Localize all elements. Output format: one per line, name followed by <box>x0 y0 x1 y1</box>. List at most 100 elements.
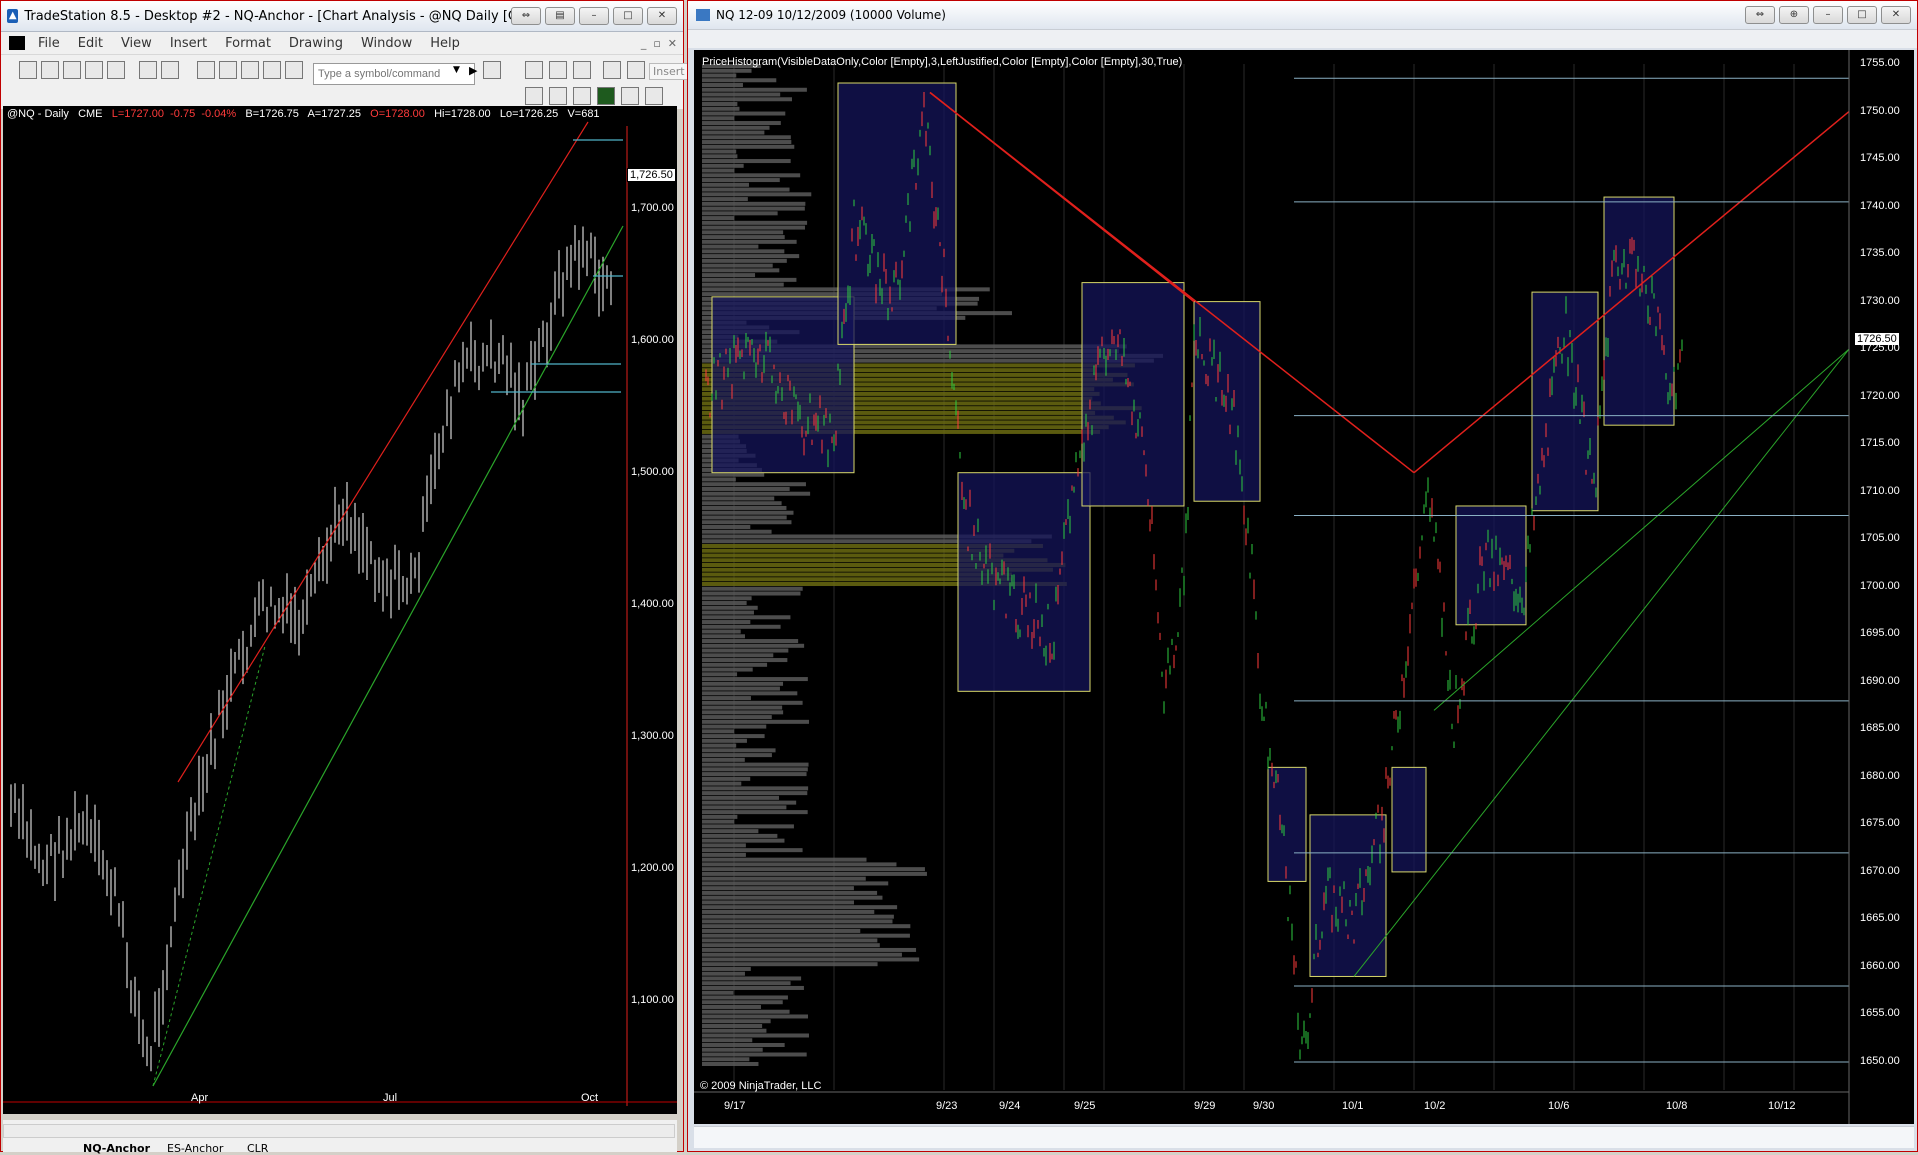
nt-volume-histogram-bar <box>702 962 878 967</box>
minimize-button[interactable]: – <box>579 7 609 25</box>
wave-icon[interactable] <box>603 61 621 79</box>
grid-icon[interactable] <box>219 61 237 79</box>
find-icon[interactable] <box>483 61 501 79</box>
ts-ytick: 1,600.00 <box>631 334 674 346</box>
line-chart-icon[interactable] <box>549 87 567 105</box>
tab-clr[interactable]: CLR <box>247 1142 268 1155</box>
nt-volume-histogram-bar <box>702 795 780 800</box>
data-icon[interactable] <box>549 61 567 79</box>
open-icon[interactable] <box>41 61 59 79</box>
tile-icon[interactable]: ▤ <box>545 7 575 25</box>
pin-icon[interactable]: ⊕ <box>1779 6 1809 24</box>
menu-drawing[interactable]: Drawing <box>280 36 352 51</box>
go-icon[interactable]: ▶ <box>469 64 477 77</box>
nt-volume-histogram-bar <box>702 1023 763 1028</box>
save-icon[interactable] <box>63 61 81 79</box>
nt-titlebar[interactable]: NQ 12-09 10/12/2009 (10000 Volume) ⇔ ⊕ –… <box>688 1 1917 29</box>
symbol-input[interactable] <box>313 63 475 85</box>
menu-format[interactable]: Format <box>216 36 280 51</box>
folder-icon[interactable] <box>107 61 125 79</box>
nt-volume-histogram-bar <box>702 748 776 753</box>
nt-volume-histogram-bar <box>702 605 758 610</box>
arrow-icon[interactable] <box>627 61 645 79</box>
nt-volume-histogram-bar <box>702 529 772 534</box>
ts-ytick: 1,500.00 <box>631 466 674 478</box>
nt-volume-histogram-bar <box>702 819 735 824</box>
candle-icon[interactable] <box>573 87 591 105</box>
nt-volume-histogram-bar <box>702 658 788 663</box>
print-preview-icon[interactable] <box>161 61 179 79</box>
nt-ytick: 1715.00 <box>1860 437 1900 450</box>
ts-chart-area[interactable]: @NQ - Daily CME L=1727.00 -0.75 -0.04% B… <box>3 106 677 1114</box>
redgreen-icon[interactable] <box>621 87 639 105</box>
nt-volume-histogram-bar <box>702 1028 767 1033</box>
maximize-button[interactable]: □ <box>613 7 643 25</box>
nt-volume-histogram-bar <box>702 524 751 529</box>
ts-xtick: Jul <box>383 1092 398 1104</box>
tab-nq-anchor[interactable]: NQ-Anchor <box>83 1142 150 1155</box>
format-icon[interactable] <box>525 61 543 79</box>
doc-icon <box>9 36 25 50</box>
nt-volume-histogram-bar <box>702 805 787 810</box>
nt-ytick: 1740.00 <box>1860 199 1900 212</box>
nt-volume-histogram-bar <box>702 734 765 739</box>
nt-volume-histogram-bar <box>702 116 735 121</box>
menu-help[interactable]: Help <box>421 36 469 51</box>
menu-window[interactable]: Window <box>352 36 421 51</box>
nt-volume-histogram-bar <box>702 125 770 130</box>
menu-edit[interactable]: Edit <box>69 36 112 51</box>
copy-icon[interactable] <box>85 61 103 79</box>
ts-ytick: 1,400.00 <box>631 598 674 610</box>
nt-volume-histogram-bar <box>702 496 775 501</box>
nt-volume-histogram-bar <box>702 130 765 135</box>
nt-volume-histogram-bar <box>702 933 910 938</box>
nt-price-plot <box>694 50 1850 1124</box>
nt-volume-histogram-bar <box>702 791 808 796</box>
ts-ytick: 1,200.00 <box>631 862 674 874</box>
nt-volume-histogram-bar <box>702 710 784 715</box>
restore-icon[interactable]: ⇔ <box>511 7 541 25</box>
nt-volume-histogram-bar <box>702 976 802 981</box>
nt-session-box <box>1603 196 1675 426</box>
menu-file[interactable]: File <box>29 36 69 51</box>
menu-view[interactable]: View <box>112 36 161 51</box>
nt-xtick: 9/29 <box>1194 1100 1216 1112</box>
nt-xtick: 10/2 <box>1424 1100 1446 1112</box>
nt-volume-histogram-bar <box>702 677 808 682</box>
dropdown-icon[interactable]: ▼ <box>453 65 460 75</box>
hollow-candle-icon[interactable] <box>645 87 663 105</box>
close-button[interactable]: ✕ <box>647 7 677 25</box>
chart-icon[interactable] <box>197 61 215 79</box>
mdi-controls[interactable]: _ ▫ ✕ <box>641 37 677 50</box>
lock-icon[interactable] <box>241 61 259 79</box>
nt-volume-histogram-bar <box>702 197 748 202</box>
nt-volume-histogram-bar <box>702 1009 790 1014</box>
minimize-button[interactable]: – <box>1813 6 1843 24</box>
insert-button[interactable]: Insert <box>649 63 689 80</box>
link-icon[interactable]: ⇔ <box>1745 6 1775 24</box>
menu-insert[interactable]: Insert <box>161 36 216 51</box>
ts-titlebar[interactable]: ▲ TradeStation 8.5 - Desktop #2 - NQ-Anc… <box>1 1 683 32</box>
nt-chart-area[interactable]: PriceHistogram(VisibleDataOnly,Color [Em… <box>694 50 1914 1124</box>
print-icon[interactable] <box>139 61 157 79</box>
window-icon[interactable] <box>285 61 303 79</box>
nt-volume-histogram-bar <box>702 662 768 667</box>
bar-chart-icon[interactable] <box>525 87 543 105</box>
tab-es-anchor[interactable]: ES-Anchor <box>167 1142 223 1155</box>
new-icon[interactable] <box>19 61 37 79</box>
nt-ytick: 1705.00 <box>1860 532 1900 545</box>
table-icon[interactable] <box>573 61 591 79</box>
ohlc-icon[interactable] <box>597 87 615 105</box>
maximize-button[interactable]: □ <box>1847 6 1877 24</box>
tool-icon[interactable] <box>263 61 281 79</box>
nt-volume-histogram-bar <box>702 743 737 748</box>
nt-volume-histogram-bar <box>702 928 861 933</box>
nt-volume-histogram-bar <box>702 772 807 777</box>
nt-session-box <box>1193 301 1261 502</box>
h-scrollbar[interactable] <box>3 1124 675 1138</box>
nt-bottom-scroll[interactable] <box>694 1126 1914 1148</box>
close-button[interactable]: ✕ <box>1881 6 1911 24</box>
nt-volume-histogram-bar <box>702 83 743 88</box>
nt-volume-histogram-bar <box>702 601 747 606</box>
nt-session-box <box>1531 291 1599 512</box>
